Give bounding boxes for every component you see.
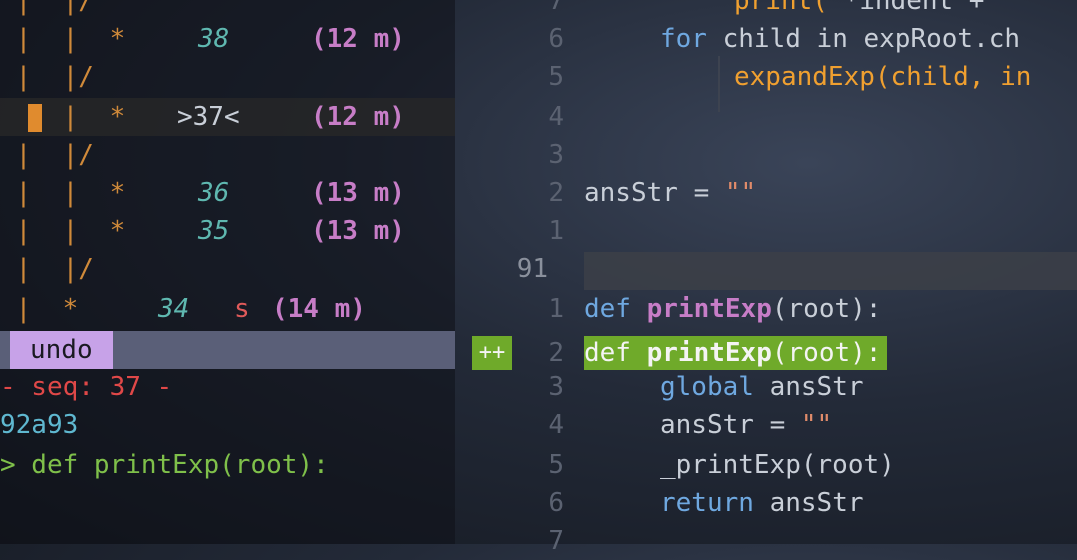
seq-number: 35	[198, 216, 230, 246]
seq-age: (13 m)	[311, 216, 405, 246]
undo-tree-row[interactable]: | * 34 s (14 m)	[0, 290, 455, 328]
line-number: 7	[548, 0, 564, 16]
tree-graph: | | *	[0, 178, 126, 208]
undo-tree-row[interactable]: | | * 38 (12 m)	[0, 20, 455, 58]
code-line[interactable]: ansStr = ""	[584, 174, 756, 212]
tree-graph: | |/	[0, 0, 94, 16]
undo-tree-row[interactable]: | | * 35 (13 m)	[0, 212, 455, 250]
indent-guide	[718, 56, 720, 112]
diff-added-marker: ++	[472, 336, 512, 370]
undo-tree-row[interactable]: | |/	[0, 58, 455, 96]
code-line[interactable]: def printExp(root):	[584, 290, 881, 328]
undo-statusline: undo	[0, 331, 455, 369]
tree-graph: | *	[0, 294, 79, 324]
code-line[interactable]: expandExp(child, in	[734, 58, 1031, 96]
line-number: 4	[548, 102, 564, 132]
diff-seq-header: - seq: 37 -	[0, 372, 173, 402]
undo-tree-row[interactable]: | |/	[0, 0, 455, 20]
seq-age: (12 m)	[311, 24, 405, 54]
tree-graph: | |/	[0, 254, 94, 284]
undo-tree-pane[interactable]: | |/ | | * 38 (12 m) | |/ | * >37< (12 m…	[0, 0, 455, 544]
current-line-number: 91	[516, 254, 548, 284]
seq-age: (12 m)	[311, 102, 405, 132]
cursor-line-highlight	[584, 252, 1077, 290]
line-number: 5	[548, 62, 564, 92]
diff-hunk-header: 92a93	[0, 410, 79, 440]
line-number: 1	[548, 294, 564, 324]
seq-age: (13 m)	[311, 178, 405, 208]
undo-tree-row[interactable]: | | * 36 (13 m)	[0, 174, 455, 212]
undo-tree-row[interactable]: | |/	[0, 250, 455, 288]
line-number: 3	[548, 140, 564, 170]
code-line[interactable]: ansStr = ""	[660, 406, 832, 444]
code-line[interactable]: print( *indent +	[734, 0, 984, 20]
tree-graph: | |/	[0, 62, 94, 92]
code-line[interactable]: _printExp(root)	[660, 446, 895, 484]
tree-graph: | | *	[0, 216, 126, 246]
seq-number: 38	[198, 24, 230, 54]
code-line[interactable]: for child in expRoot.ch	[660, 20, 1020, 58]
mode-label: undo	[10, 331, 113, 369]
line-number: 6	[548, 24, 564, 54]
line-number: 3	[548, 372, 564, 402]
tree-graph: | *	[0, 102, 126, 132]
line-number: 1	[548, 216, 564, 246]
current-seq-number: >37<	[177, 102, 240, 132]
line-number: 4	[548, 410, 564, 440]
line-number: 6	[548, 488, 564, 518]
undo-tree-row[interactable]: | |/	[0, 136, 455, 174]
seq-number: 34	[158, 294, 190, 324]
line-number: 2	[548, 178, 564, 208]
undo-tree-row-current[interactable]: | * >37< (12 m)	[0, 98, 455, 136]
seq-age: (14 m)	[272, 294, 366, 324]
line-number: 5	[548, 450, 564, 480]
code-line[interactable]: global ansStr	[660, 368, 864, 406]
code-line[interactable]: return ansStr	[660, 484, 864, 522]
tree-graph: | |/	[0, 140, 94, 170]
diff-added-code-line[interactable]: def printExp(root):	[584, 336, 888, 370]
tree-graph: | | *	[0, 24, 126, 54]
diff-added-line: > def printExp(root):	[0, 450, 329, 480]
seq-number: 36	[198, 178, 230, 208]
saved-marker: s	[234, 294, 250, 324]
line-number: 2	[548, 338, 564, 368]
line-number: 7	[548, 526, 564, 556]
